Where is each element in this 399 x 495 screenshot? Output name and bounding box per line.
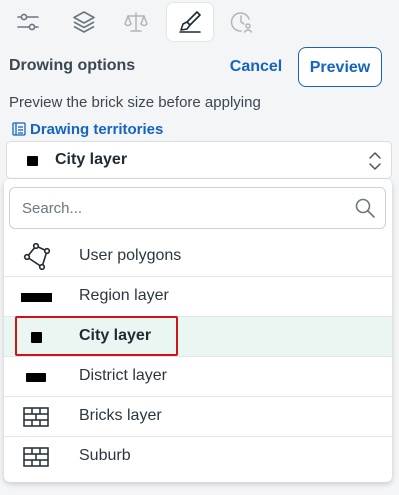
- clock-user-icon: [230, 12, 253, 33]
- cancel-button[interactable]: Cancel: [222, 54, 290, 80]
- bricks-icon: [23, 407, 49, 427]
- preview-button[interactable]: Preview: [298, 47, 382, 87]
- panel-title: Drowing options: [9, 57, 136, 74]
- toolbar: [0, 0, 399, 44]
- list-item-label: User polygons: [79, 247, 182, 264]
- tool-drawing[interactable]: [167, 3, 213, 41]
- search-input[interactable]: [22, 188, 342, 228]
- list-item-label: Suburb: [79, 447, 131, 464]
- chevron-updown-icon: [369, 152, 381, 170]
- layer-dropdown: User polygons Region layer City layer Di…: [4, 179, 392, 482]
- small-square-icon: [27, 156, 38, 166]
- polygon-icon: [23, 243, 51, 271]
- list-item-district-layer[interactable]: District layer: [4, 357, 392, 397]
- large-rect-icon: [20, 292, 52, 302]
- drawing-territories-link[interactable]: Drawing territories: [11, 119, 163, 139]
- sliders-icon: [17, 13, 39, 31]
- list-item-label: Region layer: [79, 287, 169, 304]
- tool-history[interactable]: [219, 3, 265, 41]
- hint-text: Preview the brick size before applying: [9, 94, 261, 111]
- scale-icon: [124, 12, 148, 32]
- small-square-icon: [30, 331, 42, 343]
- list-item-region-layer[interactable]: Region layer: [4, 277, 392, 317]
- medium-rect-icon: [26, 372, 46, 382]
- list-item-label: District layer: [79, 367, 168, 384]
- list-item-label: City layer: [79, 327, 152, 344]
- list-item-bricks-layer[interactable]: Bricks layer: [4, 397, 392, 437]
- layers-icon: [73, 11, 95, 33]
- list-item-city-layer[interactable]: City layer: [4, 317, 392, 357]
- document-list-icon: [12, 122, 26, 136]
- drawing-territories-label: Drawing territories: [30, 120, 164, 138]
- layer-list: User polygons Region layer City layer Di…: [4, 237, 392, 477]
- list-item-label: Bricks layer: [79, 407, 162, 424]
- brush-icon: [179, 11, 201, 33]
- search-box: [9, 187, 386, 229]
- tool-balance[interactable]: [113, 3, 159, 41]
- layer-select[interactable]: City layer: [6, 141, 392, 179]
- search-icon[interactable]: [354, 197, 376, 219]
- tool-settings[interactable]: [5, 3, 51, 41]
- list-item-suburb[interactable]: Suburb: [4, 437, 392, 477]
- bricks-icon: [23, 447, 49, 467]
- list-item-user-polygons[interactable]: User polygons: [4, 237, 392, 277]
- layer-select-value: City layer: [55, 151, 128, 168]
- tool-layers[interactable]: [61, 3, 107, 41]
